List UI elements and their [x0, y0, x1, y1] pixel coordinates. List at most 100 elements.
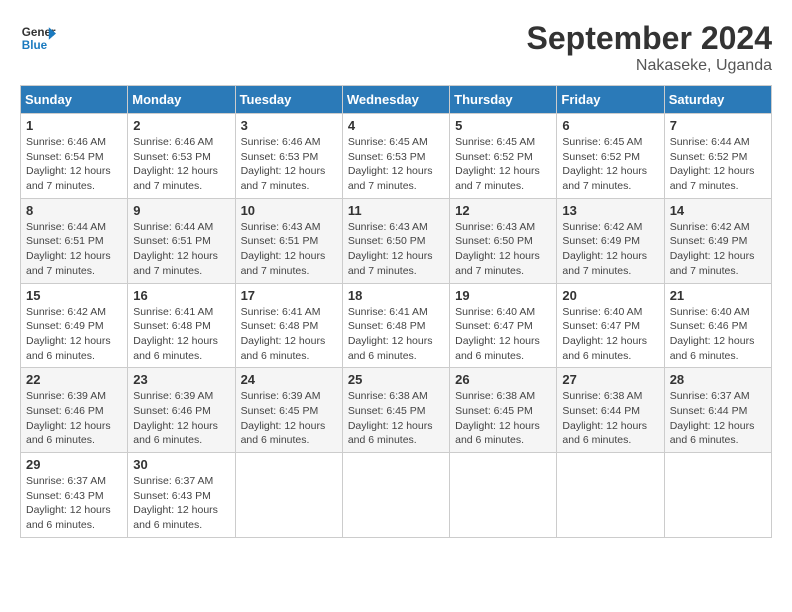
day-number: 14: [670, 203, 766, 218]
calendar-cell: 2 Sunrise: 6:46 AMSunset: 6:53 PMDaylight…: [128, 114, 235, 199]
day-info: Sunrise: 6:39 AMSunset: 6:46 PMDaylight:…: [26, 389, 122, 448]
day-info: Sunrise: 6:44 AMSunset: 6:52 PMDaylight:…: [670, 135, 766, 194]
calendar-cell: 19 Sunrise: 6:40 AMSunset: 6:47 PMDayligh…: [450, 283, 557, 368]
calendar-cell: 13Sunrise: 6:42 AMSunset: 6:49 PMDayligh…: [557, 198, 664, 283]
calendar-cell: 10 Sunrise: 6:43 AMSunset: 6:51 PMDayligh…: [235, 198, 342, 283]
calendar-cell: 26 Sunrise: 6:38 AMSunset: 6:45 PMDayligh…: [450, 368, 557, 453]
calendar-week-4: 22Sunrise: 6:39 AMSunset: 6:46 PMDayligh…: [21, 368, 772, 453]
day-info: Sunrise: 6:46 AMSunset: 6:53 PMDaylight:…: [133, 135, 229, 194]
day-number: 7: [670, 118, 766, 133]
day-info: Sunrise: 6:43 AMSunset: 6:51 PMDaylight:…: [241, 220, 337, 279]
calendar-cell: 17Sunrise: 6:41 AMSunset: 6:48 PMDayligh…: [235, 283, 342, 368]
calendar-body: 1 Sunrise: 6:46 AMSunset: 6:54 PMDaylight…: [21, 114, 772, 538]
calendar-table: SundayMondayTuesdayWednesdayThursdayFrid…: [20, 85, 772, 538]
col-header-tuesday: Tuesday: [235, 86, 342, 114]
day-number: 21: [670, 288, 766, 303]
col-header-friday: Friday: [557, 86, 664, 114]
day-info: Sunrise: 6:42 AMSunset: 6:49 PMDaylight:…: [26, 305, 122, 364]
col-header-saturday: Saturday: [664, 86, 771, 114]
day-info: Sunrise: 6:44 AMSunset: 6:51 PMDaylight:…: [26, 220, 122, 279]
day-number: 26: [455, 372, 551, 387]
day-number: 10: [241, 203, 337, 218]
calendar-cell: 20Sunrise: 6:40 AMSunset: 6:47 PMDayligh…: [557, 283, 664, 368]
calendar-cell: 25 Sunrise: 6:38 AMSunset: 6:45 PMDayligh…: [342, 368, 449, 453]
col-header-wednesday: Wednesday: [342, 86, 449, 114]
day-info: Sunrise: 6:39 AMSunset: 6:46 PMDaylight:…: [133, 389, 229, 448]
logo-icon: General Blue: [20, 20, 56, 56]
calendar-week-1: 1 Sunrise: 6:46 AMSunset: 6:54 PMDaylight…: [21, 114, 772, 199]
calendar-week-5: 29 Sunrise: 6:37 AMSunset: 6:43 PMDayligh…: [21, 453, 772, 538]
day-number: 13: [562, 203, 658, 218]
day-number: 28: [670, 372, 766, 387]
month-title: September 2024: [527, 20, 772, 57]
day-number: 30: [133, 457, 229, 472]
col-header-sunday: Sunday: [21, 86, 128, 114]
calendar-cell: 21 Sunrise: 6:40 AMSunset: 6:46 PMDayligh…: [664, 283, 771, 368]
day-info: Sunrise: 6:45 AMSunset: 6:52 PMDaylight:…: [455, 135, 551, 194]
calendar-cell: 1 Sunrise: 6:46 AMSunset: 6:54 PMDaylight…: [21, 114, 128, 199]
calendar-cell: 14 Sunrise: 6:42 AMSunset: 6:49 PMDayligh…: [664, 198, 771, 283]
calendar-cell: 5 Sunrise: 6:45 AMSunset: 6:52 PMDaylight…: [450, 114, 557, 199]
day-number: 4: [348, 118, 444, 133]
day-number: 2: [133, 118, 229, 133]
col-header-monday: Monday: [128, 86, 235, 114]
day-number: 27: [562, 372, 658, 387]
svg-text:Blue: Blue: [22, 39, 48, 52]
calendar-header-row: SundayMondayTuesdayWednesdayThursdayFrid…: [21, 86, 772, 114]
day-number: 1: [26, 118, 122, 133]
day-info: Sunrise: 6:40 AMSunset: 6:47 PMDaylight:…: [455, 305, 551, 364]
calendar-cell: 29 Sunrise: 6:37 AMSunset: 6:43 PMDayligh…: [21, 453, 128, 538]
day-number: 9: [133, 203, 229, 218]
day-info: Sunrise: 6:46 AMSunset: 6:54 PMDaylight:…: [26, 135, 122, 194]
day-number: 11: [348, 203, 444, 218]
calendar-cell: [664, 453, 771, 538]
day-number: 16: [133, 288, 229, 303]
day-number: 6: [562, 118, 658, 133]
day-info: Sunrise: 6:37 AMSunset: 6:43 PMDaylight:…: [133, 474, 229, 533]
calendar-cell: 30 Sunrise: 6:37 AMSunset: 6:43 PMDayligh…: [128, 453, 235, 538]
calendar-cell: 6 Sunrise: 6:45 AMSunset: 6:52 PMDaylight…: [557, 114, 664, 199]
day-info: Sunrise: 6:43 AMSunset: 6:50 PMDaylight:…: [455, 220, 551, 279]
calendar-cell: [450, 453, 557, 538]
logo: General Blue: [20, 20, 56, 56]
day-info: Sunrise: 6:44 AMSunset: 6:51 PMDaylight:…: [133, 220, 229, 279]
day-number: 5: [455, 118, 551, 133]
day-info: Sunrise: 6:41 AMSunset: 6:48 PMDaylight:…: [133, 305, 229, 364]
day-number: 19: [455, 288, 551, 303]
day-info: Sunrise: 6:43 AMSunset: 6:50 PMDaylight:…: [348, 220, 444, 279]
calendar-cell: 16 Sunrise: 6:41 AMSunset: 6:48 PMDayligh…: [128, 283, 235, 368]
calendar-cell: 15Sunrise: 6:42 AMSunset: 6:49 PMDayligh…: [21, 283, 128, 368]
header: General Blue September 2024 Nakaseke, Ug…: [20, 20, 772, 75]
day-info: Sunrise: 6:46 AMSunset: 6:53 PMDaylight:…: [241, 135, 337, 194]
calendar-cell: 24 Sunrise: 6:39 AMSunset: 6:45 PMDayligh…: [235, 368, 342, 453]
calendar-cell: 8 Sunrise: 6:44 AMSunset: 6:51 PMDaylight…: [21, 198, 128, 283]
day-info: Sunrise: 6:45 AMSunset: 6:52 PMDaylight:…: [562, 135, 658, 194]
day-number: 12: [455, 203, 551, 218]
day-number: 25: [348, 372, 444, 387]
day-info: Sunrise: 6:42 AMSunset: 6:49 PMDaylight:…: [670, 220, 766, 279]
day-info: Sunrise: 6:38 AMSunset: 6:45 PMDaylight:…: [348, 389, 444, 448]
day-info: Sunrise: 6:38 AMSunset: 6:45 PMDaylight:…: [455, 389, 551, 448]
day-number: 24: [241, 372, 337, 387]
day-info: Sunrise: 6:37 AMSunset: 6:44 PMDaylight:…: [670, 389, 766, 448]
calendar-cell: 12 Sunrise: 6:43 AMSunset: 6:50 PMDayligh…: [450, 198, 557, 283]
calendar-cell: 28 Sunrise: 6:37 AMSunset: 6:44 PMDayligh…: [664, 368, 771, 453]
calendar-week-3: 15Sunrise: 6:42 AMSunset: 6:49 PMDayligh…: [21, 283, 772, 368]
calendar-cell: [235, 453, 342, 538]
calendar-cell: 18 Sunrise: 6:41 AMSunset: 6:48 PMDayligh…: [342, 283, 449, 368]
day-number: 29: [26, 457, 122, 472]
calendar-cell: 9 Sunrise: 6:44 AMSunset: 6:51 PMDaylight…: [128, 198, 235, 283]
location-title: Nakaseke, Uganda: [527, 57, 772, 75]
day-number: 3: [241, 118, 337, 133]
calendar-cell: 3 Sunrise: 6:46 AMSunset: 6:53 PMDaylight…: [235, 114, 342, 199]
day-number: 8: [26, 203, 122, 218]
day-info: Sunrise: 6:41 AMSunset: 6:48 PMDaylight:…: [348, 305, 444, 364]
day-info: Sunrise: 6:40 AMSunset: 6:46 PMDaylight:…: [670, 305, 766, 364]
day-info: Sunrise: 6:37 AMSunset: 6:43 PMDaylight:…: [26, 474, 122, 533]
day-number: 23: [133, 372, 229, 387]
day-number: 18: [348, 288, 444, 303]
calendar-cell: 7 Sunrise: 6:44 AMSunset: 6:52 PMDaylight…: [664, 114, 771, 199]
day-number: 20: [562, 288, 658, 303]
calendar-cell: 11 Sunrise: 6:43 AMSunset: 6:50 PMDayligh…: [342, 198, 449, 283]
day-info: Sunrise: 6:39 AMSunset: 6:45 PMDaylight:…: [241, 389, 337, 448]
